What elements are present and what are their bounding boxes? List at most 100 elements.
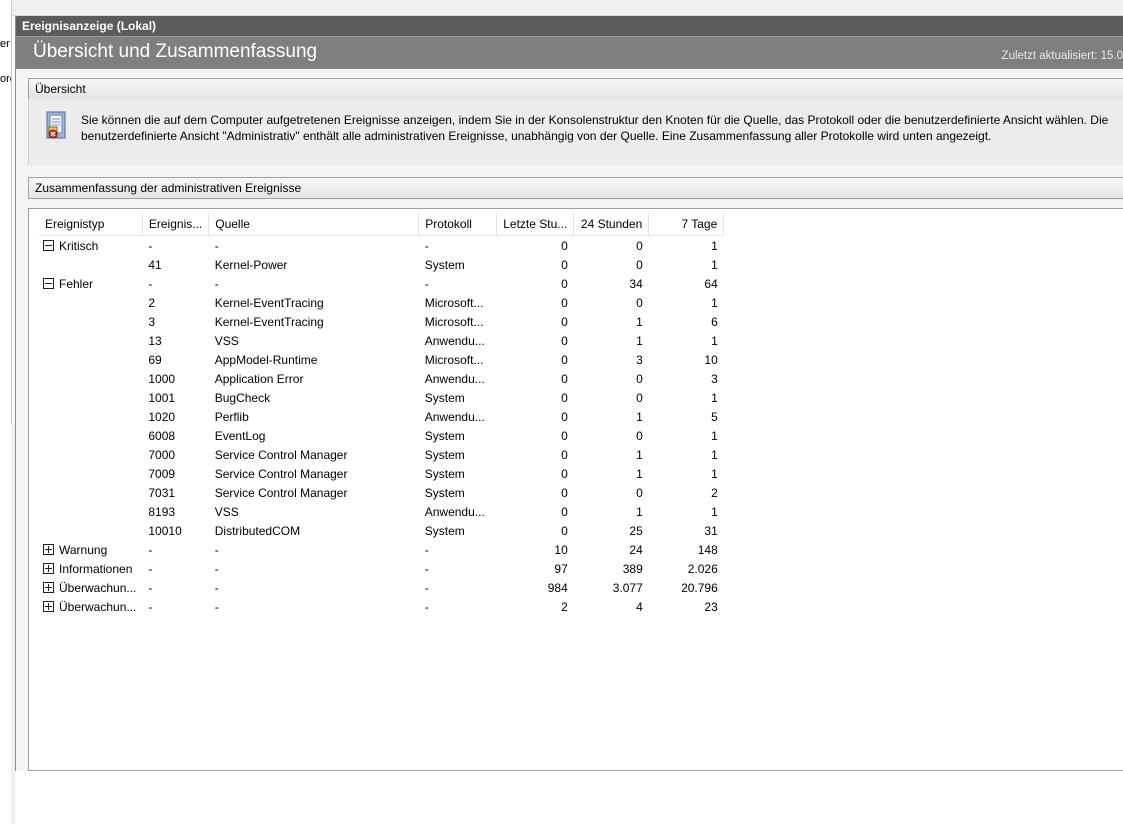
- 24-hours-cell: 0: [636, 371, 643, 386]
- table-row[interactable]: 7009 Service Control Manager System 0 1 1: [39, 464, 724, 483]
- event-type-cell[interactable]: [39, 255, 142, 274]
- summary-table-container: Ereignistyp Ereignis... Quelle Protokoll…: [28, 208, 1123, 771]
- event-id-cell: -: [148, 276, 153, 291]
- last-hour-cell: 0: [561, 523, 568, 538]
- 24-hours-cell: 34: [629, 276, 643, 291]
- 7-days-cell: 2.026: [687, 561, 718, 576]
- table-row[interactable]: 6008 EventLog System 0 0 1: [39, 426, 724, 445]
- column-header-7-days[interactable]: 7 Tage: [648, 213, 725, 236]
- table-header-row: Ereignistyp Ereignis... Quelle Protokoll…: [39, 213, 725, 236]
- event-type-cell[interactable]: Fehler: [39, 274, 142, 293]
- event-id-cell: 3: [148, 314, 156, 329]
- event-type-cell[interactable]: Kritisch: [39, 236, 142, 256]
- table-row[interactable]: Überwachun... - - -984 3.077 20.796: [39, 578, 724, 597]
- source-cell: -: [214, 542, 219, 557]
- event-type-cell[interactable]: [39, 388, 142, 407]
- table-row[interactable]: 7000 Service Control Manager System 0 1 1: [39, 445, 724, 464]
- event-id-cell: -: [148, 542, 153, 557]
- 7-days-cell: 1: [711, 447, 718, 462]
- source-cell: BugCheck: [214, 390, 271, 405]
- source-cell: VSS: [214, 333, 239, 348]
- log-cell: Microsoft...: [424, 352, 484, 367]
- table-row[interactable]: Fehler - - - 0 34 64: [39, 274, 724, 293]
- event-type-cell[interactable]: [39, 350, 142, 369]
- table-row[interactable]: 8193 VSS Anwendu... 0 1 1: [39, 502, 724, 521]
- column-header-type[interactable]: Ereignistyp: [39, 213, 143, 236]
- log-cell: -: [424, 561, 429, 576]
- source-cell: -: [214, 599, 219, 614]
- expand-icon[interactable]: [43, 562, 54, 574]
- column-header-source[interactable]: Quelle: [208, 213, 420, 236]
- column-header-log[interactable]: Protokoll: [418, 213, 498, 236]
- source-cell: Perflib: [214, 409, 249, 424]
- table-row[interactable]: Warnung - - - 10 24 148: [39, 540, 724, 559]
- tree-item-fragment[interactable]: er: [0, 38, 10, 50]
- table-row[interactable]: Informationen - - -97 389 2.026: [39, 559, 724, 578]
- overview-section-header[interactable]: Übersicht: [28, 78, 1123, 100]
- event-type-cell[interactable]: [39, 293, 142, 312]
- expand-icon[interactable]: [43, 543, 54, 555]
- 24-hours-cell: 1: [636, 333, 643, 348]
- 7-days-cell: 1: [711, 390, 718, 405]
- table-row[interactable]: 41 Kernel-Power System 0 0 1: [39, 255, 724, 274]
- content-area: Übersicht Sie können die auf dem Compute…: [11, 69, 1123, 824]
- last-hour-cell: 2: [561, 599, 568, 614]
- 7-days-cell: 5: [711, 409, 718, 424]
- event-type-cell[interactable]: Überwachun...: [39, 597, 142, 616]
- table-row[interactable]: 10010 DistributedCOM System 0 25 31: [39, 521, 724, 540]
- tree-item-fragment[interactable]: orc: [0, 73, 11, 85]
- event-type-cell[interactable]: [39, 407, 142, 426]
- summary-section-header[interactable]: Zusammenfassung der administrativen Erei…: [28, 177, 1123, 199]
- last-hour-cell: 0: [561, 428, 568, 443]
- table-row[interactable]: 1001 BugCheck System 0 0 1: [39, 388, 724, 407]
- table-row[interactable]: 1000 Application Error Anwendu... 0 0 3: [39, 369, 724, 388]
- column-header-last-hour[interactable]: Letzte Stu...: [496, 213, 575, 236]
- last-hour-cell: 0: [561, 466, 568, 481]
- column-header-24-hours[interactable]: 24 Stunden: [573, 213, 650, 236]
- 7-days-cell: 20.796: [681, 580, 718, 595]
- log-cell: System: [424, 523, 465, 538]
- event-type-label: Überwachun...: [59, 599, 137, 614]
- event-type-cell[interactable]: [39, 521, 142, 540]
- scrollbar[interactable]: [11, 424, 15, 824]
- event-type-cell[interactable]: [39, 369, 142, 388]
- source-cell: Service Control Manager: [214, 485, 348, 500]
- table-row[interactable]: Kritisch - - - 0 0 1: [39, 236, 724, 256]
- source-cell: Service Control Manager: [214, 447, 348, 462]
- event-type-cell[interactable]: [39, 331, 142, 350]
- table-row[interactable]: 1020 Perflib Anwendu... 0 1 5: [39, 407, 724, 426]
- log-cell: -: [424, 238, 429, 253]
- source-cell: Kernel-EventTracing: [214, 314, 324, 329]
- table-row[interactable]: 7031 Service Control Manager System 0 0 2: [39, 483, 724, 502]
- event-type-cell[interactable]: [39, 312, 142, 331]
- last-hour-cell: 0: [561, 238, 568, 253]
- event-type-cell[interactable]: [39, 464, 142, 483]
- table-row[interactable]: Überwachun... - - -2 4 23: [39, 597, 724, 616]
- summary-table: Ereignistyp Ereignis... Quelle Protokoll…: [39, 213, 725, 616]
- table-row[interactable]: 2 Kernel-EventTracing Microsoft... 0 0 1: [39, 293, 724, 312]
- collapse-icon[interactable]: [43, 277, 54, 289]
- table-row[interactable]: 13 VSS Anwendu... 0 1 1: [39, 331, 724, 350]
- event-id-cell: -: [148, 599, 153, 614]
- pane-title: Ereignisanzeige (Lokal): [16, 16, 1123, 36]
- log-cell: Anwendu...: [424, 504, 485, 519]
- 7-days-cell: 10: [704, 352, 718, 367]
- table-row[interactable]: 3 Kernel-EventTracing Microsoft... 0 1 6: [39, 312, 724, 331]
- event-type-cell[interactable]: Warnung: [39, 540, 142, 559]
- event-type-cell[interactable]: [39, 502, 142, 521]
- 24-hours-cell: 389: [622, 561, 643, 576]
- expand-icon[interactable]: [43, 600, 54, 612]
- event-type-cell[interactable]: [39, 445, 142, 464]
- collapse-icon[interactable]: [43, 239, 54, 251]
- column-header-event-id[interactable]: Ereignis...: [142, 213, 210, 236]
- event-type-cell[interactable]: Informationen: [39, 559, 142, 578]
- event-type-cell[interactable]: [39, 426, 142, 445]
- 7-days-cell: 3: [711, 371, 718, 386]
- 24-hours-cell: 3.077: [612, 580, 643, 595]
- table-row[interactable]: 69 AppModel-Runtime Microsoft... 0 3 10: [39, 350, 724, 369]
- 7-days-cell: 1: [711, 504, 718, 519]
- event-type-cell[interactable]: [39, 483, 142, 502]
- 24-hours-cell: 4: [636, 599, 643, 614]
- event-type-cell[interactable]: Überwachun...: [39, 578, 142, 597]
- expand-icon[interactable]: [43, 581, 54, 593]
